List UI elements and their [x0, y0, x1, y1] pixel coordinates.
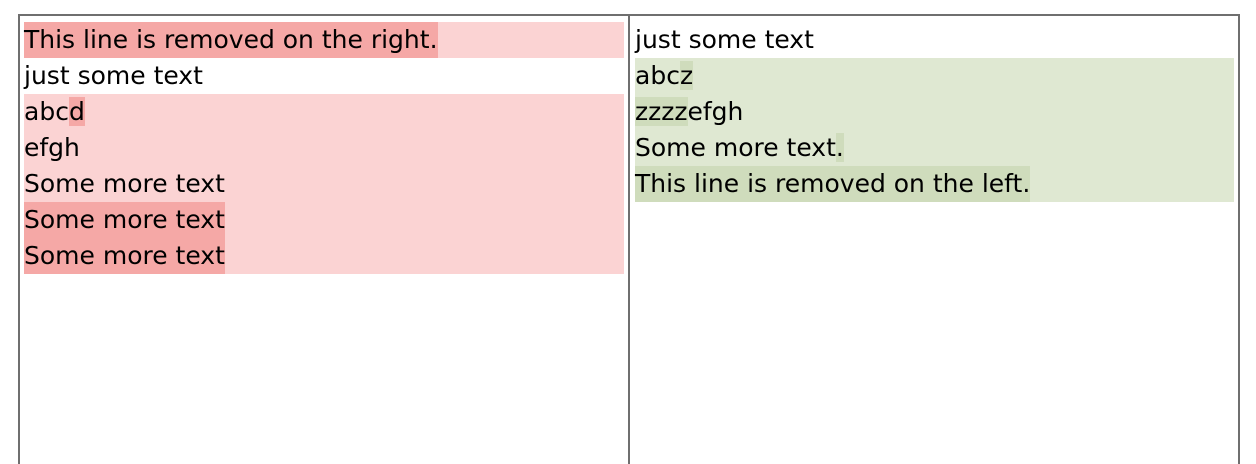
left-line-3-text: abcd	[24, 94, 85, 130]
right-line-2: abcz	[635, 58, 1234, 94]
left-line-3-same: abc	[24, 97, 69, 126]
right-line-1: just some text	[635, 22, 1234, 58]
right-line-2-text: abcz	[635, 58, 694, 94]
left-line-3: abcd	[24, 94, 624, 130]
left-line-1-text: This line is removed on the right.	[24, 22, 438, 58]
right-line-2-diff: z	[679, 61, 694, 90]
left-line-6-text: Some more text	[24, 202, 225, 238]
left-line-7: Some more text	[24, 238, 624, 274]
right-line-4-diff: .	[835, 133, 844, 162]
right-line-5: This line is removed on the left.	[635, 166, 1234, 202]
left-line-2: just some text	[24, 58, 624, 94]
right-line-3-text: zzzzefgh	[635, 94, 743, 130]
right-line-4: Some more text.	[635, 130, 1234, 166]
right-line-4-text: Some more text.	[635, 130, 844, 166]
right-line-3-diff: zzzz	[635, 97, 688, 126]
left-line-4-text: efgh	[24, 133, 80, 162]
left-line-2-text: just some text	[24, 61, 203, 90]
left-line-5: Some more text	[24, 166, 624, 202]
left-line-6: Some more text	[24, 202, 624, 238]
left-line-5-text: Some more text	[24, 169, 225, 198]
right-line-4-same: Some more text	[635, 133, 836, 162]
right-pane[interactable]: just some text abcz zzzzefgh Some more t…	[630, 16, 1238, 464]
left-line-4: efgh	[24, 130, 624, 166]
diff-view: This line is removed on the right. just …	[18, 14, 1240, 464]
right-line-2-same: abc	[635, 61, 680, 90]
left-line-3-diff: d	[68, 97, 85, 126]
right-line-1-text: just some text	[635, 25, 814, 54]
left-line-7-text: Some more text	[24, 238, 225, 274]
left-line-1: This line is removed on the right.	[24, 22, 624, 58]
right-line-3-same: efgh	[687, 97, 744, 126]
left-pane[interactable]: This line is removed on the right. just …	[20, 16, 630, 464]
right-line-3: zzzzefgh	[635, 94, 1234, 130]
right-line-5-text: This line is removed on the left.	[635, 166, 1031, 202]
